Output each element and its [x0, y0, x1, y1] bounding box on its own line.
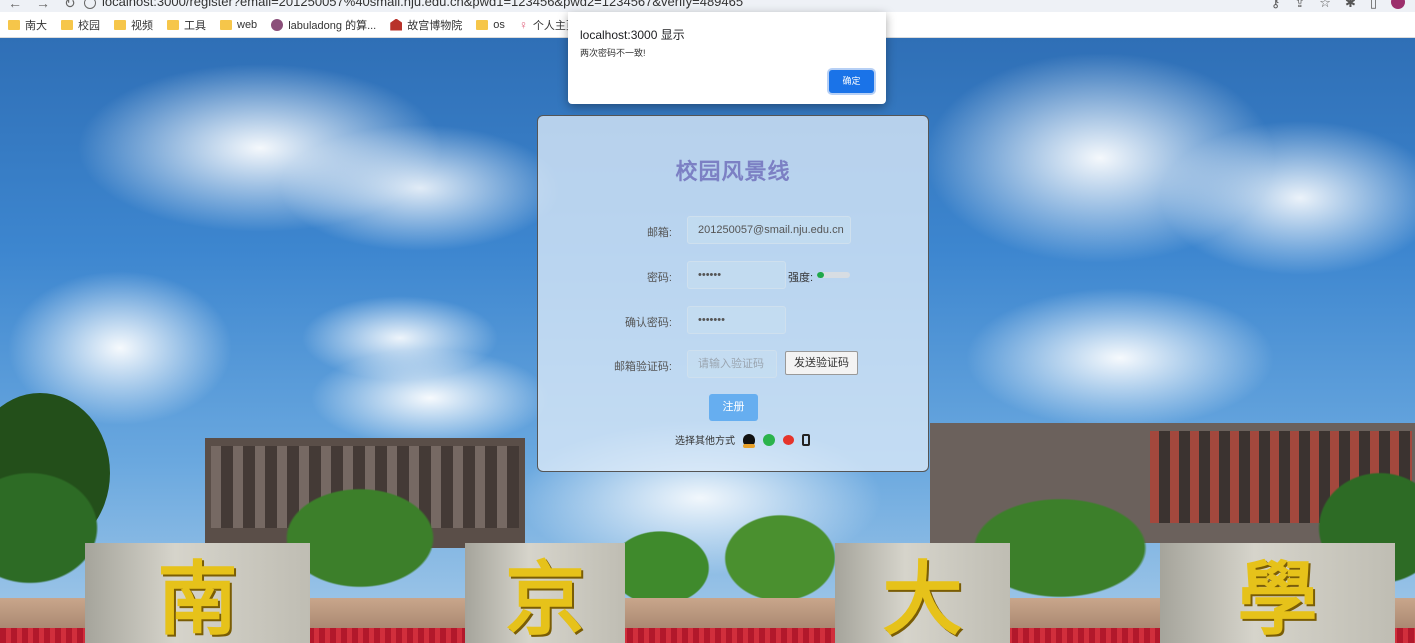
folder-icon [8, 19, 20, 30]
bookmark-item[interactable]: web [220, 19, 257, 31]
bookmark-label: 校园 [78, 19, 100, 32]
wechat-icon[interactable] [763, 433, 775, 446]
password-field[interactable]: •••••• [687, 261, 786, 289]
sidepanel-icon[interactable]: ▯ [1370, 0, 1377, 11]
browser-nav: ← → ↻ [8, 0, 76, 12]
confirm-password-field[interactable]: ••••••• [687, 306, 786, 334]
register-button[interactable]: 注册 [709, 394, 758, 421]
museum-icon [390, 18, 403, 31]
reload-icon[interactable]: ↻ [64, 0, 76, 12]
strength-label: 强度: [788, 272, 814, 284]
bookmark-item[interactable]: 校园 [61, 17, 100, 33]
email-row: 邮箱: 201250057@smail.nju.edu.cn [538, 216, 928, 246]
folder-icon [61, 19, 73, 30]
stone-monument: 南 [85, 543, 310, 643]
stone-character: 學 [1237, 552, 1318, 643]
bookmark-label: 视频 [131, 19, 153, 32]
bookmark-item[interactable]: 视频 [114, 17, 153, 33]
bookmark-label: web [237, 18, 258, 31]
card-title: 校园风景线 [675, 159, 791, 184]
bookmark-label: 南大 [25, 19, 47, 32]
phone-icon[interactable] [802, 433, 810, 446]
forward-icon[interactable]: → [36, 0, 50, 12]
stone-monument: 大 [835, 543, 1010, 643]
qq-icon[interactable] [743, 433, 755, 448]
bookmark-label: 故宫博物院 [407, 19, 463, 32]
email-field[interactable]: 201250057@smail.nju.edu.cn [687, 216, 851, 244]
stone-character: 南 [157, 552, 238, 643]
ok-button[interactable]: 确定 [829, 70, 874, 93]
bookmark-label: os [493, 18, 505, 31]
folder-icon [476, 19, 489, 30]
other-methods-label: 选择其他方式 [675, 436, 735, 447]
weibo-icon[interactable] [783, 434, 794, 445]
key-icon[interactable]: ⚷ [1271, 0, 1281, 11]
extensions-icon[interactable]: ✱ [1345, 0, 1356, 11]
bookmark-item[interactable]: 故宫博物院 [390, 17, 462, 33]
info-icon[interactable] [84, 0, 96, 9]
url-field[interactable]: localhost:3000/register?email=201250057%… [84, 0, 743, 9]
stone-monument: 京 [465, 543, 625, 643]
alert-dialog: localhost:3000 显示 两次密码不一致! 确定 [568, 12, 886, 104]
password-strength-fill [817, 272, 824, 278]
verify-code-label: 邮箱验证码: [613, 361, 672, 373]
confirm-password-row: 确认密码: ••••••• [538, 306, 928, 336]
confirm-password-label: 确认密码: [624, 317, 672, 329]
back-icon[interactable]: ← [8, 0, 22, 12]
stone-character: 京 [505, 552, 585, 643]
stone-character: 大 [882, 552, 963, 643]
bookmark-item[interactable]: os [476, 19, 505, 31]
other-login-methods: 选择其他方式 [675, 432, 810, 448]
verify-code-row: 邮箱验证码: 请输入验证码 发送验证码 [538, 350, 928, 380]
verify-code-input[interactable]: 请输入验证码 [687, 350, 777, 378]
bookmark-item[interactable]: labuladong 的算... [271, 17, 376, 33]
stone-monument: 學 [1160, 543, 1395, 643]
folder-icon [220, 19, 232, 30]
share-icon[interactable]: ⇪ [1294, 0, 1305, 11]
folder-icon [167, 19, 179, 30]
url-text: localhost:3000/register?email=201250057%… [102, 0, 744, 9]
browser-actions: ⚷ ⇪ ☆ ✱ ▯ [1271, 0, 1405, 11]
folder-icon [114, 19, 126, 30]
email-label: 邮箱: [646, 227, 672, 239]
bookmark-label: 工具 [184, 19, 206, 32]
password-strength-bar [817, 272, 850, 278]
bookmark-item[interactable]: 工具 [167, 17, 206, 33]
password-row: 密码: •••••• 强度: [538, 261, 928, 291]
dialog-message: 两次密码不一致! [580, 48, 646, 58]
browser-address-bar: ← → ↻ localhost:3000/register?email=2012… [0, 0, 1415, 12]
person-icon: ♀ [518, 17, 528, 32]
password-label: 密码: [646, 272, 672, 284]
dialog-title: localhost:3000 显示 [580, 28, 685, 42]
register-card: 校园风景线 邮箱: 201250057@smail.nju.edu.cn 密码:… [537, 115, 929, 472]
profile-avatar[interactable] [1391, 0, 1405, 9]
site-icon [271, 18, 284, 31]
bookmark-item[interactable]: 南大 [8, 17, 47, 33]
bookmark-label: labuladong 的算... [288, 19, 377, 32]
star-icon[interactable]: ☆ [1319, 0, 1331, 11]
send-code-button[interactable]: 发送验证码 [785, 351, 858, 375]
